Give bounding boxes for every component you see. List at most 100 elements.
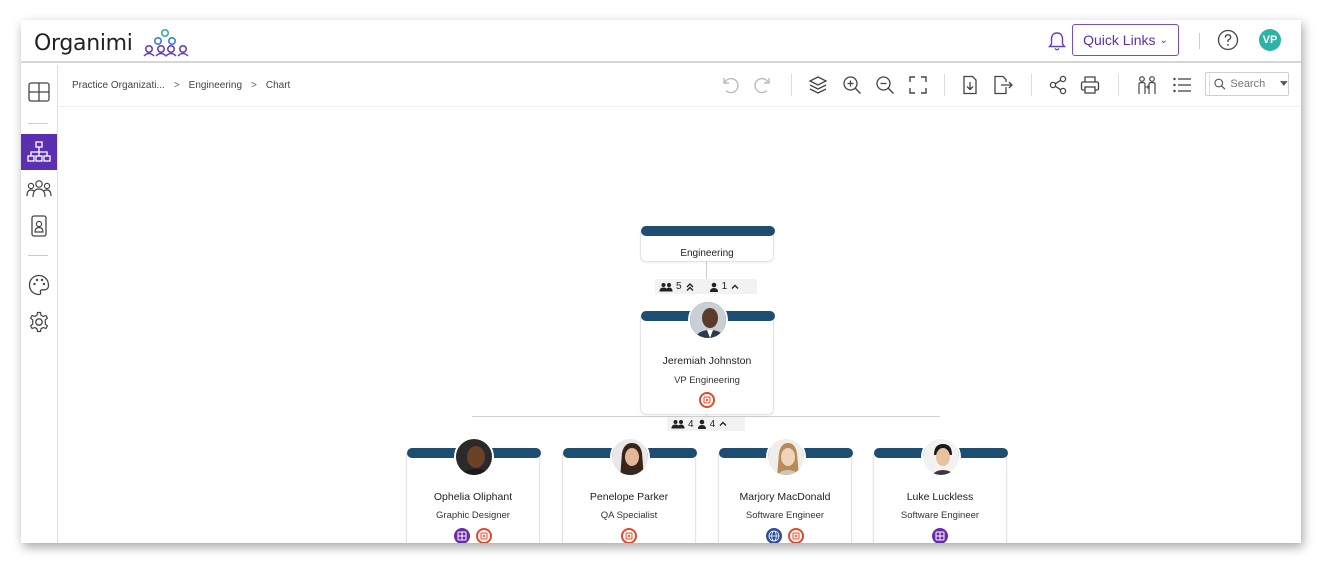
person-name: Ophelia Oliphant <box>433 491 513 503</box>
zoom-out-button[interactable] <box>873 73 897 97</box>
undo-button[interactable] <box>718 73 742 97</box>
quick-links-button[interactable]: Quick Links ⌄ <box>1072 24 1179 56</box>
breadcrumb-separator: > <box>251 80 257 91</box>
sidebar-item-org-chart[interactable] <box>21 134 57 170</box>
expand-all-icon[interactable] <box>685 282 695 292</box>
person-card[interactable]: Penelope Parker QA Specialist <box>562 437 697 543</box>
org-chart-canvas[interactable]: Engineering 5 1 Jeremiah Johnston VP Eng… <box>58 108 1301 543</box>
share-button[interactable] <box>1046 73 1070 97</box>
talent-button[interactable] <box>1135 73 1159 97</box>
search-icon <box>1214 78 1226 90</box>
person-icon <box>709 282 718 292</box>
department-counter: 5 1 <box>655 279 757 294</box>
header-divider <box>1199 33 1200 49</box>
search-input[interactable] <box>1230 78 1279 90</box>
sidebar-divider <box>28 255 48 256</box>
redo-button[interactable] <box>751 73 775 97</box>
settings-icon <box>29 311 49 333</box>
chevron-up-icon[interactable] <box>718 419 728 429</box>
logo-text: Organimi <box>34 30 133 56</box>
search-box[interactable] <box>1205 72 1289 96</box>
role-badge-purple-icon[interactable] <box>932 528 948 543</box>
layers-button[interactable] <box>806 73 830 97</box>
person-card[interactable]: Marjory MacDonald Software Engineer <box>718 437 853 543</box>
dashboard-icon <box>28 82 50 102</box>
person-title: QA Specialist <box>600 510 658 521</box>
team-icon <box>659 282 673 291</box>
breadcrumb-organization[interactable]: Practice Organizati... <box>72 80 165 91</box>
person-photo <box>454 437 494 477</box>
role-badge-red-icon[interactable] <box>788 528 804 543</box>
person-title: Graphic Designer <box>436 510 510 521</box>
chevron-down-icon: ⌄ <box>1159 34 1168 46</box>
person-photo <box>921 437 961 477</box>
person-card[interactable]: Luke Luckless Software Engineer <box>873 437 1008 543</box>
manager-counter: 4 4 <box>667 417 745 431</box>
person-name: Jeremiah Johnston <box>662 355 752 367</box>
logo-mark-icon <box>143 28 189 57</box>
breadcrumb-separator: > <box>173 80 180 91</box>
print-button[interactable] <box>1078 73 1102 97</box>
person-photo <box>688 300 728 340</box>
sidebar-item-directory[interactable] <box>21 209 57 243</box>
sidebar-item-theme[interactable] <box>21 268 57 302</box>
sidebar-item-settings[interactable] <box>21 305 57 339</box>
help-icon[interactable] <box>1217 29 1239 51</box>
person-title: VP Engineering <box>674 375 740 386</box>
chevron-up-icon[interactable] <box>730 282 740 292</box>
import-icon <box>963 75 977 95</box>
sidebar-item-people[interactable] <box>21 172 57 206</box>
organimi-logo[interactable]: Organimi <box>34 28 189 58</box>
theme-icon <box>28 274 50 296</box>
user-avatar[interactable]: VP <box>1259 29 1281 51</box>
person-photo <box>766 437 806 477</box>
list-view-button[interactable] <box>1170 73 1194 97</box>
quick-links-label: Quick Links <box>1083 32 1156 48</box>
person-photo <box>610 437 650 477</box>
person-card[interactable]: Ophelia Oliphant Graphic Designer <box>406 437 541 543</box>
person-icon <box>697 419 706 429</box>
search-filter-dropdown-icon[interactable] <box>1280 81 1288 87</box>
department-team-count: 5 <box>676 281 682 292</box>
export-icon <box>994 75 1013 95</box>
sidebar-divider <box>28 123 48 124</box>
zoom-in-button[interactable] <box>840 73 864 97</box>
team-icon <box>671 420 685 429</box>
manager-team-count: 4 <box>688 418 694 430</box>
talent-icon <box>1138 76 1156 94</box>
fit-screen-button[interactable] <box>906 73 930 97</box>
role-badge-red-icon[interactable] <box>699 392 715 408</box>
chart-toolbar: Practice Organizati... > Engineering > C… <box>58 65 1301 107</box>
toolbar-divider <box>791 74 792 96</box>
role-badges <box>641 392 773 408</box>
manager-direct-count: 4 <box>709 418 716 430</box>
role-badge-red-icon[interactable] <box>621 528 637 543</box>
redo-icon <box>754 77 770 94</box>
role-badge-red-icon[interactable] <box>476 528 492 543</box>
org-chart-icon <box>27 141 51 162</box>
undo-icon <box>723 77 739 94</box>
export-button[interactable] <box>991 73 1015 97</box>
app-window: Organimi Quick Links ⌄ VP Practice Organ… <box>21 20 1301 543</box>
directory-icon <box>31 215 47 237</box>
bell-icon[interactable] <box>1047 30 1067 52</box>
department-name: Engineering <box>680 248 734 259</box>
role-badge-purple-icon[interactable] <box>454 528 470 543</box>
import-button[interactable] <box>958 73 982 97</box>
zoom-in-icon <box>843 76 861 94</box>
breadcrumb-chart: Chart <box>265 80 291 91</box>
sidebar-item-dashboard[interactable] <box>21 75 57 109</box>
list-view-icon <box>1173 77 1191 93</box>
role-badges <box>874 528 1006 543</box>
role-badges <box>719 528 851 543</box>
card-header-bar <box>641 226 775 236</box>
role-badge-globe-icon[interactable] <box>766 528 782 543</box>
people-icon <box>26 180 52 198</box>
breadcrumb: Practice Organizati... > Engineering > C… <box>72 80 290 91</box>
department-direct-count: 1 <box>721 281 728 292</box>
department-card[interactable]: Engineering <box>640 226 775 262</box>
person-name: Luke Luckless <box>906 491 974 503</box>
manager-card[interactable]: Jeremiah Johnston VP Engineering <box>640 300 775 415</box>
top-header: Organimi Quick Links ⌄ VP <box>21 20 1301 63</box>
breadcrumb-engineering[interactable]: Engineering <box>189 80 242 91</box>
